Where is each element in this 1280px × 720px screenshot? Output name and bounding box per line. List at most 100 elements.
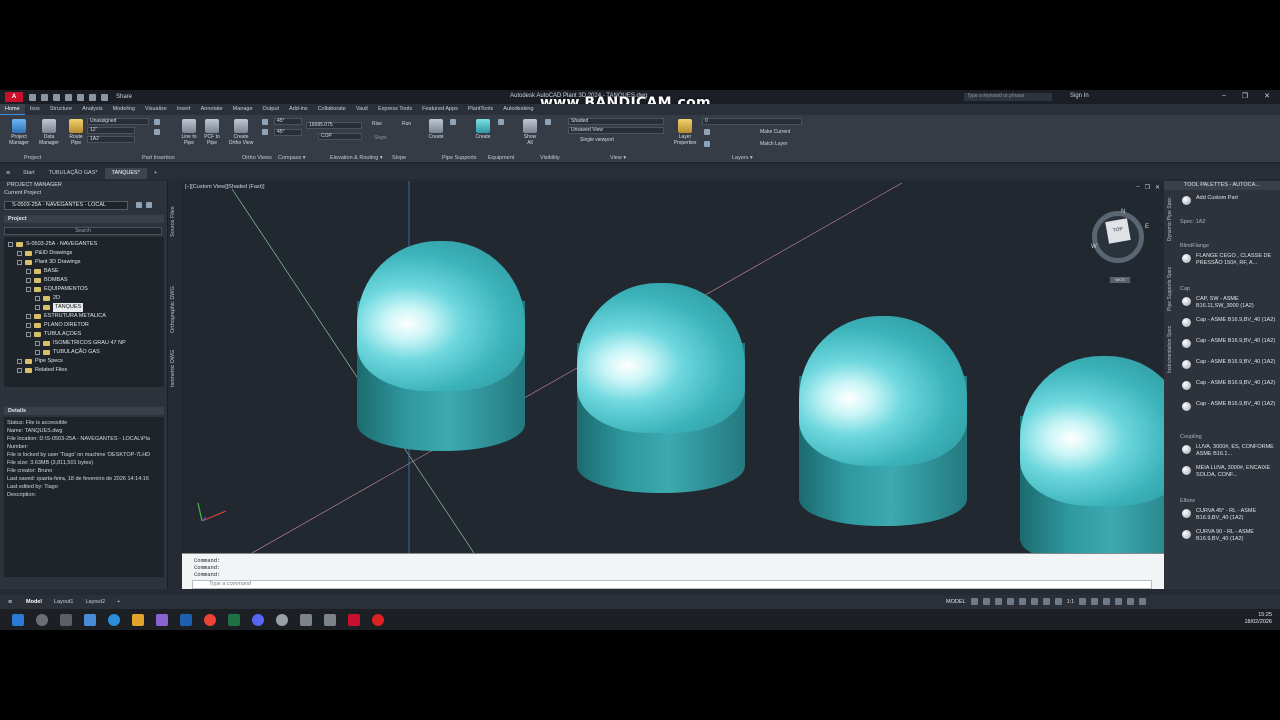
- close-icon[interactable]: ✕: [1155, 184, 1160, 191]
- palette-item[interactable]: Cap - ASME B16.9,BV_40 (1A2): [1182, 380, 1278, 398]
- new-icon[interactable]: [29, 93, 36, 101]
- gear-icon[interactable]: [1079, 598, 1087, 605]
- tab-instrumentation-spec[interactable]: Instrumentation Spec: [1167, 326, 1173, 373]
- route-pipe-button[interactable]: Route Pipe: [66, 119, 86, 146]
- drawing-viewport[interactable]: [−][Custom View][Shaded (Fast)] – ❐ ✕ TOP …: [182, 181, 1164, 553]
- palette-item[interactable]: CAP, SW - ASME B16.11,SW_3000 (1A2): [1182, 296, 1278, 314]
- annotation-scale[interactable]: 1:1: [1067, 599, 1075, 605]
- visual-style-select[interactable]: Shaded: [568, 118, 664, 125]
- spec-select[interactable]: 1A2: [87, 136, 135, 143]
- tank-4[interactable]: [1020, 356, 1164, 553]
- tab-orthographic-dwg[interactable]: Orthographic DWG: [170, 286, 176, 333]
- current-project-select[interactable]: S-0503-25A - NAVEGANTES - LOCAL: [4, 201, 128, 210]
- create-ortho-view-button[interactable]: Create Ortho View: [226, 119, 256, 146]
- tab-isometric-dwg[interactable]: Isometric DWG: [170, 350, 176, 387]
- viewport-config[interactable]: Single viewport: [580, 137, 614, 143]
- discord-icon[interactable]: [252, 613, 264, 626]
- layer-properties-button[interactable]: Layer Properties: [672, 119, 698, 146]
- tab-analysis[interactable]: Analysis: [77, 104, 107, 115]
- tree-node[interactable]: BOMBAS: [4, 276, 164, 285]
- app-icon[interactable]: [324, 613, 336, 626]
- customize-icon[interactable]: [1139, 598, 1147, 605]
- make-current-button[interactable]: Make Current: [760, 129, 790, 135]
- tank-3[interactable]: [799, 316, 967, 526]
- grid-icon[interactable]: [970, 598, 978, 605]
- expand-icon[interactable]: [35, 305, 40, 310]
- tree-node[interactable]: EQUIPAMENTOS: [4, 285, 164, 294]
- named-view-select[interactable]: Unsaved View: [568, 127, 664, 134]
- otrack-icon[interactable]: [1030, 598, 1038, 605]
- create-support-button[interactable]: Create: [425, 119, 447, 140]
- n-app-icon[interactable]: [180, 613, 192, 626]
- tab-planttools[interactable]: PlantTools: [463, 104, 498, 115]
- viewcube-top[interactable]: TOP: [1105, 218, 1131, 244]
- ucs-icon[interactable]: [1042, 598, 1050, 605]
- tank-1[interactable]: [357, 241, 525, 451]
- mail-icon[interactable]: [84, 613, 96, 626]
- line-to-pipe-button[interactable]: Line to Pipe: [178, 119, 200, 146]
- equipment-tool-icon[interactable]: [498, 119, 504, 125]
- size-select[interactable]: 12": [87, 127, 135, 134]
- tab-vault[interactable]: Vault: [351, 104, 373, 115]
- expand-icon[interactable]: [26, 287, 31, 292]
- tree-node[interactable]: ESTRUTURA METALICA: [4, 312, 164, 321]
- tree-node[interactable]: PLANO DIRETOR: [4, 321, 164, 330]
- compass-east[interactable]: E: [1145, 224, 1149, 230]
- app-logo-icon[interactable]: A: [5, 92, 23, 102]
- windows-start-icon[interactable]: [12, 613, 24, 626]
- tab-add-ins[interactable]: Add-ins: [284, 104, 313, 115]
- tab-pipe-supports-spec[interactable]: Pipe Supports Spec: [1167, 267, 1173, 311]
- expand-icon[interactable]: [26, 323, 31, 328]
- tab-featured-apps[interactable]: Featured Apps: [417, 104, 463, 115]
- tree-node[interactable]: TUBULAÇOES: [4, 330, 164, 339]
- project-manager-button[interactable]: Project Manager: [6, 119, 32, 146]
- layer-select[interactable]: 0: [702, 118, 802, 125]
- justification-select[interactable]: COP: [318, 133, 362, 140]
- ortho-icon[interactable]: [994, 598, 1002, 605]
- tab-visualize[interactable]: Visualize: [140, 104, 172, 115]
- saveas-icon[interactable]: [65, 93, 72, 101]
- redo-icon[interactable]: [101, 93, 108, 101]
- tree-node[interactable]: ISOMETRICOS GRAU 47 NP: [4, 339, 164, 348]
- expand-icon[interactable]: [26, 269, 31, 274]
- menu-icon[interactable]: ≡: [0, 599, 20, 606]
- tab-modeling[interactable]: Modeling: [108, 104, 140, 115]
- command-input[interactable]: Type a command: [192, 580, 1152, 589]
- osnap-icon[interactable]: [1018, 598, 1026, 605]
- expand-icon[interactable]: [26, 332, 31, 337]
- share-button[interactable]: Share: [116, 94, 132, 100]
- viewcube[interactable]: TOP N W E: [1091, 209, 1149, 263]
- app-icon[interactable]: [300, 613, 312, 626]
- file-explorer-icon[interactable]: [132, 613, 144, 626]
- expand-icon[interactable]: [35, 296, 40, 301]
- tab-home[interactable]: Home: [0, 104, 25, 115]
- project-settings-icon[interactable]: [136, 202, 142, 208]
- pcf-to-pipe-button[interactable]: PCF to Pipe: [201, 119, 223, 146]
- tank-2[interactable]: [577, 283, 745, 493]
- visibility-icon[interactable]: [545, 119, 551, 125]
- palette-item[interactable]: Cap - ASME B16.9,BV_40 (1A2): [1182, 338, 1278, 356]
- tree-node[interactable]: P&ID Drawings: [4, 249, 164, 258]
- minimize-icon[interactable]: –: [1222, 92, 1226, 100]
- compass-west[interactable]: W: [1091, 244, 1097, 250]
- task-view-icon[interactable]: [60, 613, 72, 626]
- close-icon[interactable]: ✕: [1264, 92, 1270, 100]
- tab-express-tools[interactable]: Express Tools: [373, 104, 417, 115]
- workspace-icon[interactable]: [1091, 598, 1099, 605]
- tab-tubulacao-gas[interactable]: TUBULAÇÃO GAS*: [42, 168, 105, 179]
- tree-node[interactable]: S-0503-25A - NAVEGANTES: [4, 240, 164, 249]
- compass-step-select[interactable]: 45°: [274, 129, 302, 136]
- compass-north[interactable]: N: [1121, 209, 1125, 215]
- menu-icon[interactable]: ≡: [0, 170, 16, 177]
- annotation-icon[interactable]: [1054, 598, 1062, 605]
- tab-structure[interactable]: Structure: [45, 104, 77, 115]
- match-layer-button[interactable]: Match Layer: [760, 141, 788, 147]
- expand-icon[interactable]: [35, 341, 40, 346]
- open-icon[interactable]: [41, 93, 48, 101]
- palette-item[interactable]: MEIA LUVA, 3000#, ENCAIXE SOLDA, CONF...: [1182, 465, 1278, 483]
- elevation-input[interactable]: 16585.075: [306, 122, 362, 129]
- expand-icon[interactable]: [35, 350, 40, 355]
- tab-layout2[interactable]: Layout2: [79, 599, 111, 605]
- tab-source-files[interactable]: Source Files: [170, 206, 176, 237]
- tab-start[interactable]: Start: [16, 168, 42, 179]
